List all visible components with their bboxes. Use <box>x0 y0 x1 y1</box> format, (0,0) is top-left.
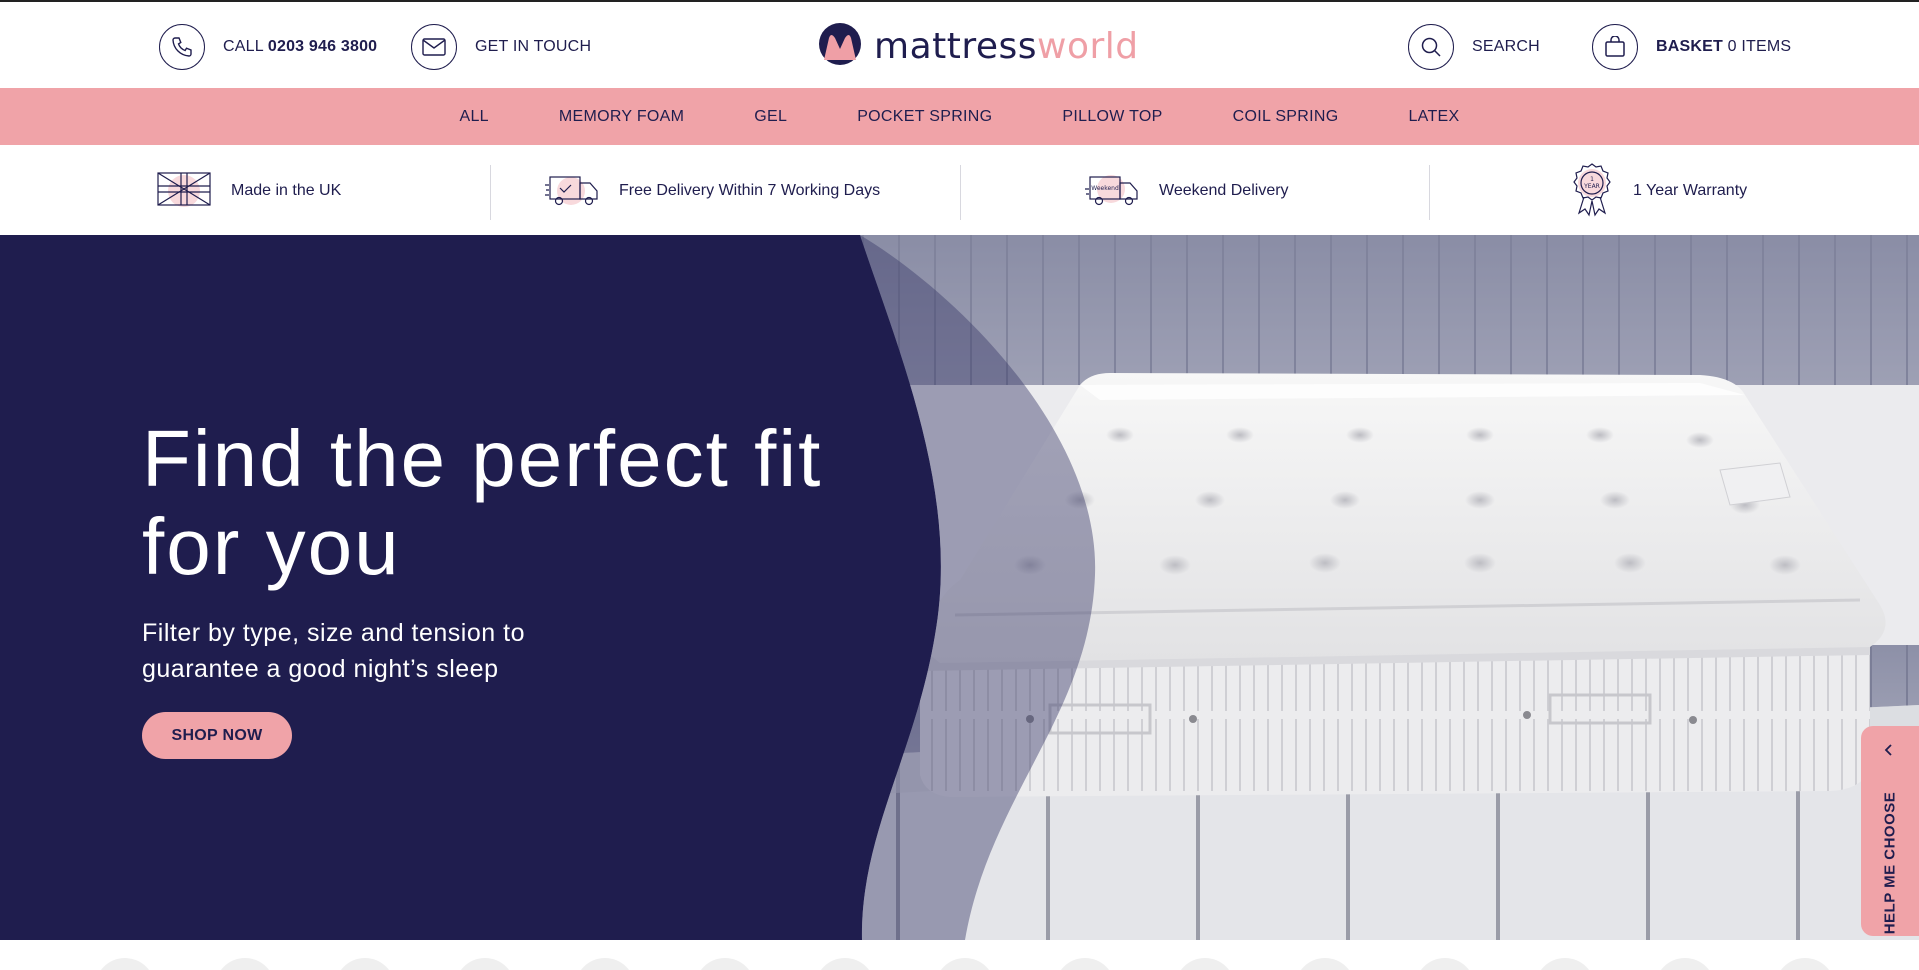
site-header: CALL 0203 946 3800 GET IN TOUCH mattress… <box>0 0 1919 88</box>
category-bubble <box>1175 958 1235 970</box>
chevron-left-icon[interactable] <box>1881 742 1897 763</box>
nav-item-pocket-spring[interactable]: POCKET SPRING <box>857 108 992 126</box>
svg-text:YEAR: YEAR <box>1583 183 1600 190</box>
category-bubble <box>1655 958 1715 970</box>
svg-text:Weekend: Weekend <box>1091 185 1119 192</box>
category-bubble <box>455 958 515 970</box>
call-link[interactable]: CALL 0203 946 3800 <box>159 24 377 70</box>
basket-count: 0 ITEMS <box>1727 38 1792 55</box>
category-bubble <box>815 958 875 970</box>
nav-item-memory-foam[interactable]: MEMORY FOAM <box>559 108 684 126</box>
logo-mark-icon <box>818 22 862 71</box>
nav-item-coil-spring[interactable]: COIL SPRING <box>1233 108 1339 126</box>
usp-label: Free Delivery Within 7 Working Days <box>619 182 881 199</box>
nav-item-latex[interactable]: LATEX <box>1408 108 1459 126</box>
category-bubble <box>1415 958 1475 970</box>
hero-subtitle: Filter by type, size and tension to guar… <box>142 619 525 683</box>
svg-text:1: 1 <box>1590 176 1594 183</box>
search-button[interactable]: SEARCH <box>1408 24 1540 70</box>
hero-title: Find the perfect fit for you <box>142 414 823 591</box>
search-label: SEARCH <box>1472 38 1540 55</box>
site-logo[interactable]: mattressworld <box>818 22 1139 70</box>
category-bubble <box>1295 958 1355 970</box>
nav-item-pillow-top[interactable]: PILLOW TOP <box>1062 108 1162 126</box>
basket-icon <box>1592 24 1638 70</box>
usp-made-in-uk: Made in the UK <box>155 163 341 219</box>
category-bubble <box>695 958 755 970</box>
get-in-touch-link[interactable]: GET IN TOUCH <box>411 24 591 70</box>
usp-label: 1 Year Warranty <box>1633 182 1748 199</box>
delivery-truck-icon <box>545 167 601 216</box>
category-bubble <box>215 958 275 970</box>
usp-label: Made in the UK <box>231 182 342 199</box>
usp-weekend-delivery: Weekend Weekend Delivery <box>1085 163 1289 219</box>
logo-text-world: world <box>1037 25 1139 67</box>
shop-now-button[interactable]: SHOP NOW <box>142 712 292 759</box>
logo-text-mattress: mattress <box>874 25 1038 67</box>
help-me-choose-label: HELP ME CHOOSE <box>1881 791 1899 935</box>
usp-divider <box>490 165 491 220</box>
category-bubble <box>1775 958 1835 970</box>
warranty-rosette-icon: 1 YEAR <box>1569 161 1615 222</box>
phone-icon <box>159 24 205 70</box>
category-nav: ALL MEMORY FOAM GEL POCKET SPRING PILLOW… <box>0 88 1919 145</box>
category-bubble <box>1055 958 1115 970</box>
get-in-touch-label: GET IN TOUCH <box>475 38 592 55</box>
usp-divider <box>1429 165 1430 220</box>
search-icon <box>1408 24 1454 70</box>
weekend-truck-icon: Weekend <box>1085 167 1141 216</box>
category-bubble <box>95 958 155 970</box>
hero-banner: Find the perfect fit for you Filter by t… <box>0 235 1919 940</box>
usp-label: Weekend Delivery <box>1159 182 1289 199</box>
call-prefix: CALL <box>223 38 264 55</box>
usp-divider <box>960 165 961 220</box>
usp-warranty: 1 YEAR 1 Year Warranty <box>1569 161 1748 222</box>
help-me-choose-tab[interactable]: HELP ME CHOOSE <box>1861 726 1919 936</box>
basket-label: BASKET <box>1656 38 1723 55</box>
mail-icon <box>411 24 457 70</box>
nav-item-all[interactable]: ALL <box>460 108 489 126</box>
category-bubble <box>575 958 635 970</box>
basket-button[interactable]: BASKET 0 ITEMS <box>1592 24 1791 70</box>
category-bubble <box>335 958 395 970</box>
usp-free-delivery: Free Delivery Within 7 Working Days <box>545 163 880 219</box>
nav-item-gel[interactable]: GEL <box>754 108 787 126</box>
category-bubble <box>1535 958 1595 970</box>
uk-flag-icon <box>155 167 213 216</box>
phone-number: 0203 946 3800 <box>267 38 378 55</box>
category-bubble <box>935 958 995 970</box>
category-carousel-preview <box>0 940 1919 970</box>
usp-bar: Made in the UK Free Delivery Within 7 Wo… <box>0 145 1919 235</box>
